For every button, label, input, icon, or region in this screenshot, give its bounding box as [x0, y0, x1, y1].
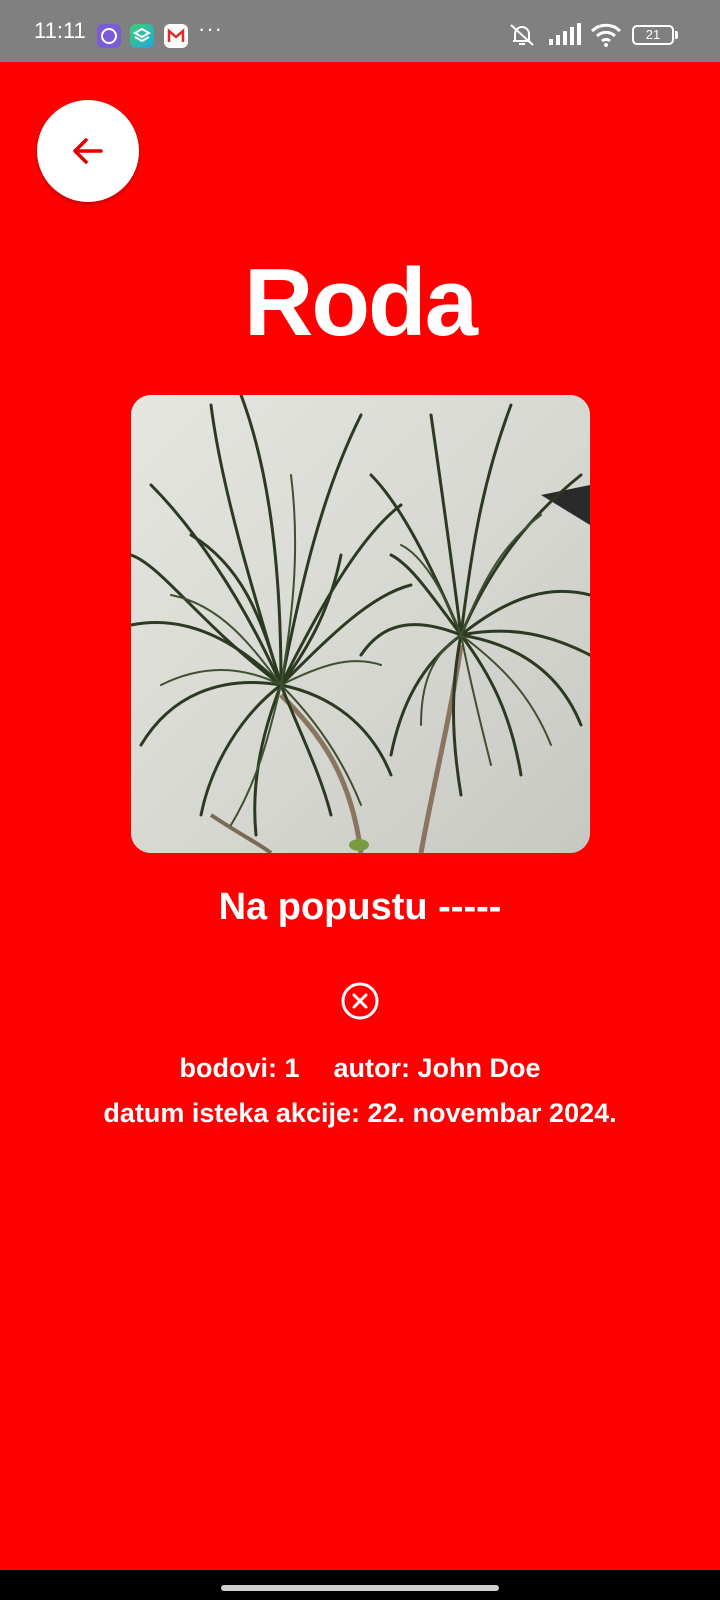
mute-icon [508, 22, 536, 53]
more-notifications-icon: ··· [198, 16, 223, 41]
author-label: autor: John Doe [333, 1053, 541, 1083]
close-circle-icon[interactable] [340, 981, 380, 1021]
meta-points-author: bodovi: 1 autor: John Doe [0, 1051, 720, 1085]
viber-icon [97, 24, 121, 48]
expiry-date-label: datum isteka akcije: 22. novembar 2024. [103, 1098, 617, 1128]
battery-nub [675, 31, 678, 39]
status-time: 11:11 [34, 18, 86, 43]
gmail-icon [164, 24, 188, 48]
points-label: bodovi: 1 [179, 1053, 300, 1083]
product-photo [131, 395, 590, 853]
layers-app-icon [130, 24, 154, 48]
arrow-left-icon [73, 138, 103, 164]
home-indicator[interactable] [221, 1585, 499, 1591]
battery-icon: 21 [632, 25, 674, 45]
wifi-icon [590, 22, 622, 53]
status-bar: 11:11 ··· 21 [0, 0, 720, 62]
promo-text: Na popustu ----- [218, 886, 502, 928]
page-title: Roda [244, 249, 478, 356]
back-button[interactable] [37, 100, 139, 202]
signal-icon [548, 22, 582, 51]
